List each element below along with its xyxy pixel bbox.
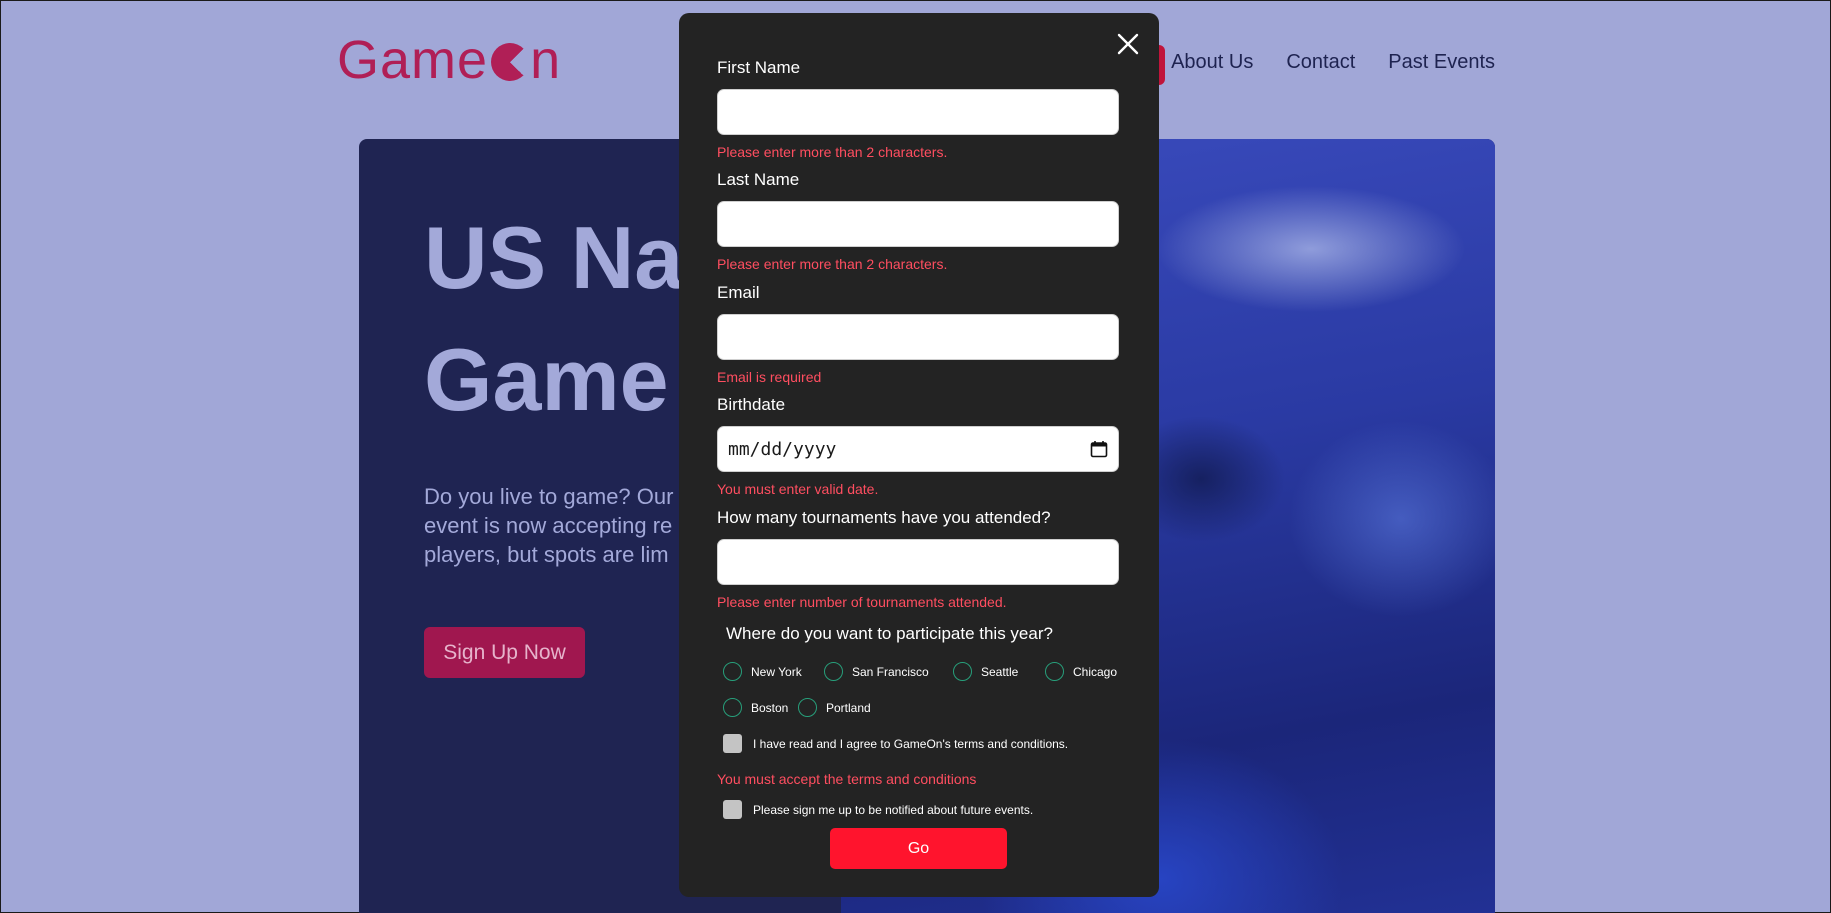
signup-modal: First Name Please enter more than 2 char… [679, 13, 1159, 897]
hero-text-line3: players, but spots are lim [424, 542, 669, 567]
tournaments-label: How many tournaments have you attended? [717, 508, 1051, 527]
birthdate-input[interactable]: mm/dd/yyyy [717, 426, 1119, 472]
radio-label: New York [751, 664, 802, 679]
radio-label: San Francisco [852, 664, 929, 679]
nav-about-us[interactable]: About Us [1171, 51, 1253, 74]
radio-circle[interactable] [824, 662, 843, 681]
birthdate-label: Birthdate [717, 395, 786, 414]
radio-label: Seattle [981, 664, 1019, 679]
go-submit-button[interactable]: Go [830, 828, 1007, 869]
nav-contact[interactable]: Contact [1286, 51, 1355, 74]
nav-past-events[interactable]: Past Events [1388, 51, 1495, 74]
location-question: Where do you want to participate this ye… [726, 624, 1053, 643]
hero-title-line1: US Nat [424, 208, 713, 307]
logo[interactable]: Game n [337, 29, 561, 91]
email-error: Email is required [717, 369, 822, 385]
radio-circle[interactable] [723, 698, 742, 717]
radio-circle[interactable] [953, 662, 972, 681]
radio-label: Portland [826, 700, 871, 715]
radio-label: Chicago [1073, 664, 1118, 679]
radio-new-york[interactable]: New York [723, 662, 802, 681]
last-name-label: Last Name [717, 170, 800, 189]
checkbox-box[interactable] [723, 734, 742, 753]
radio-circle[interactable] [798, 698, 817, 717]
hero-text-line1: Do you live to game? Our [424, 484, 674, 509]
hero-text-line2: event is now accepting re [424, 513, 673, 538]
first-name-label: First Name [717, 58, 801, 77]
email-input[interactable] [717, 314, 1119, 360]
first-name-input[interactable] [717, 89, 1119, 135]
close-icon[interactable] [1115, 31, 1141, 57]
terms-label: I have read and I agree to GameOn's term… [753, 736, 1069, 751]
radio-san-francisco[interactable]: San Francisco [824, 662, 929, 681]
sign-up-now-button[interactable]: Sign Up Now [424, 627, 585, 678]
terms-checkbox[interactable]: I have read and I agree to GameOn's term… [723, 734, 1068, 753]
radio-portland[interactable]: Portland [798, 698, 871, 717]
radio-circle[interactable] [1045, 662, 1064, 681]
terms-error: You must accept the terms and conditions [717, 771, 977, 787]
radio-chicago[interactable]: Chicago [1045, 662, 1117, 681]
birthdate-error: You must enter valid date. [717, 481, 879, 497]
notify-label: Please sign me up to be notified about f… [753, 802, 1034, 817]
first-name-error: Please enter more than 2 characters. [717, 144, 948, 160]
email-label: Email [717, 283, 760, 302]
checkbox-box[interactable] [723, 800, 742, 819]
main-nav: About Us Contact Past Events [1171, 51, 1495, 74]
radio-label: Boston [751, 700, 789, 715]
calendar-icon[interactable] [1090, 440, 1108, 458]
hero-title: US Nat Game [424, 197, 713, 441]
tournaments-input[interactable] [717, 539, 1119, 585]
last-name-input[interactable] [717, 201, 1119, 247]
radio-circle[interactable] [723, 662, 742, 681]
hero-title-line2: Game [424, 330, 669, 429]
logo-text-n: n [530, 30, 562, 90]
last-name-error: Please enter more than 2 characters. [717, 256, 948, 272]
radio-boston[interactable]: Boston [723, 698, 788, 717]
tournaments-error: Please enter number of tournaments atten… [717, 594, 1007, 610]
pacman-logo-icon [491, 43, 530, 81]
logo-text-game: Game [337, 30, 489, 90]
radio-seattle[interactable]: Seattle [953, 662, 1018, 681]
notify-checkbox[interactable]: Please sign me up to be notified about f… [723, 800, 1033, 819]
birthdate-placeholder: mm/dd/yyyy [728, 438, 837, 460]
